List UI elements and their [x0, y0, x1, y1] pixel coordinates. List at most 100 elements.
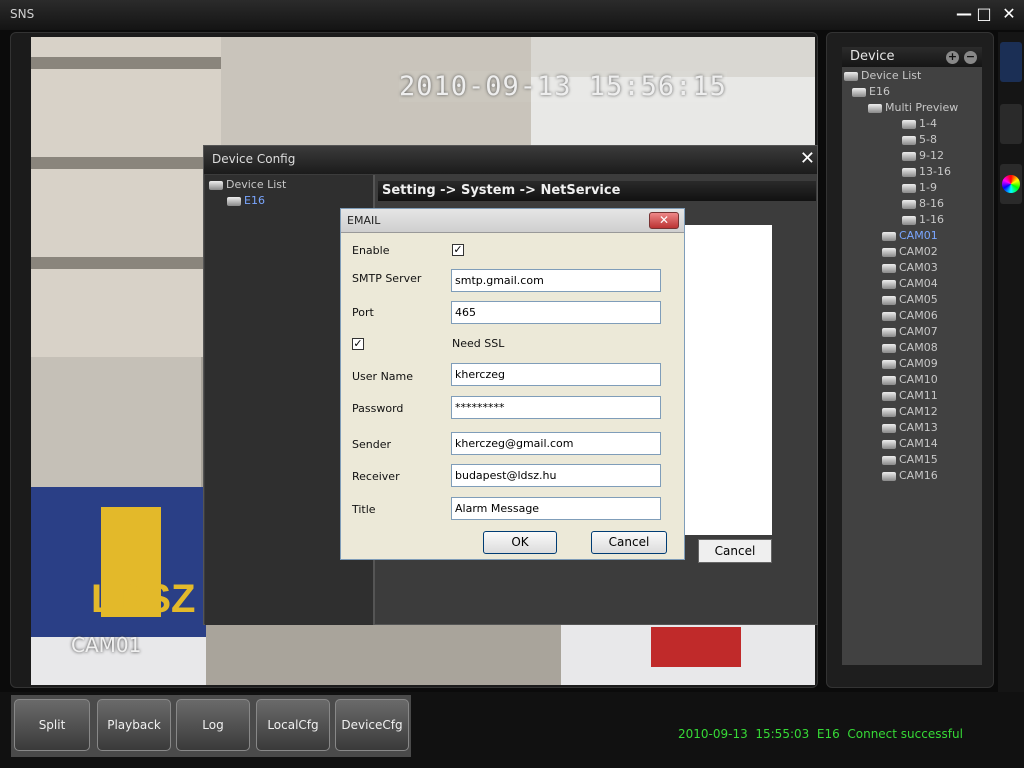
camera-item[interactable]: CAM12 [882, 405, 938, 418]
camera-icon [882, 311, 896, 321]
tree-item-label: CAM05 [899, 293, 938, 306]
devicecfg-button[interactable]: DeviceCfg [335, 699, 409, 751]
need-ssl-label: Need SSL [452, 337, 505, 350]
tree-item-device-list[interactable]: Device List [209, 178, 286, 191]
camera-label: CAM01 [71, 633, 142, 657]
svg-text:LDSZ: LDSZ [91, 577, 195, 621]
need-ssl-checkbox[interactable]: ✓ [352, 338, 364, 350]
config-cancel-button[interactable]: Cancel [698, 539, 772, 563]
device-tree-panel: Device List E16 Multi Preview 1-4 5-8 9-12 13-… [842, 47, 982, 665]
camera-icon [882, 279, 896, 289]
ok-button[interactable]: OK [483, 531, 557, 554]
tree-item-label: 8-16 [919, 197, 944, 210]
camera-item[interactable]: CAM01 [882, 229, 938, 242]
password-field[interactable]: ********* [451, 396, 661, 419]
camera-item[interactable]: CAM03 [882, 261, 938, 274]
enable-checkbox[interactable]: ✓ [452, 244, 464, 256]
joystick-icon[interactable] [1000, 104, 1022, 144]
camera-icon [882, 343, 896, 353]
camera-item[interactable]: CAM07 [882, 325, 938, 338]
camera-item[interactable]: CAM10 [882, 373, 938, 386]
tree-item-label: 1-16 [919, 213, 944, 226]
preview-icon [902, 215, 916, 225]
camera-item[interactable]: CAM06 [882, 309, 938, 322]
preview-item[interactable]: 9-12 [902, 149, 944, 162]
tree-item-label: CAM08 [899, 341, 938, 354]
split-button[interactable]: Split [14, 699, 90, 751]
camera-item[interactable]: CAM16 [882, 469, 938, 482]
camera-item[interactable]: CAM13 [882, 421, 938, 434]
grid-view-icon[interactable] [1000, 42, 1022, 82]
tree-item-label: CAM15 [899, 453, 938, 466]
tree-item-label: CAM09 [899, 357, 938, 370]
playback-button[interactable]: Playback [97, 699, 171, 751]
tree-item-label: 1-4 [919, 117, 937, 130]
username-field[interactable]: kherczeg [451, 363, 661, 386]
status-message: 2010-09-13 15:55:03 E16 Connect successf… [678, 727, 963, 741]
camera-item[interactable]: CAM11 [882, 389, 938, 402]
camera-icon [882, 439, 896, 449]
device-icon [852, 87, 866, 97]
app-title: SNS [10, 7, 35, 21]
tree-item-label: Device List [861, 69, 922, 82]
localcfg-button[interactable]: LocalCfg [256, 699, 330, 751]
tree-item-label: CAM13 [899, 421, 938, 434]
device-tree-root[interactable]: Device List [844, 69, 921, 82]
tree-item-label: CAM14 [899, 437, 938, 450]
camera-item[interactable]: CAM09 [882, 357, 938, 370]
camera-icon [882, 471, 896, 481]
config-panel [684, 225, 772, 535]
port-field[interactable]: 465 [451, 301, 661, 324]
log-button[interactable]: Log [176, 699, 250, 751]
preview-item[interactable]: 13-16 [902, 165, 951, 178]
minimize-button[interactable]: — [955, 5, 973, 23]
tree-item-label: 1-9 [919, 181, 937, 194]
tree-item-label: Device List [226, 178, 287, 191]
receiver-field[interactable]: budapest@ldsz.hu [451, 464, 661, 487]
device-list-icon [209, 180, 223, 190]
tree-item-e16[interactable]: E16 [227, 194, 265, 207]
preview-icon [902, 151, 916, 161]
smtp-server-field[interactable]: smtp.gmail.com [451, 269, 661, 292]
sender-field[interactable]: kherczeg@gmail.com [451, 432, 661, 455]
camera-item[interactable]: CAM05 [882, 293, 938, 306]
tree-item-label: CAM06 [899, 309, 938, 322]
preview-item[interactable]: 1-16 [902, 213, 944, 226]
title-field[interactable]: Alarm Message [451, 497, 661, 520]
preview-item[interactable]: 5-8 [902, 133, 937, 146]
title-bar: SNS — □ ✕ [0, 0, 1024, 30]
camera-item[interactable]: CAM15 [882, 453, 938, 466]
tree-item-label: CAM11 [899, 389, 938, 402]
device-tree-multi-preview[interactable]: Multi Preview [868, 101, 958, 114]
title-label: Title [352, 503, 376, 516]
breadcrumb: Setting -> System -> NetService [378, 181, 816, 201]
camera-item[interactable]: CAM04 [882, 277, 938, 290]
close-icon[interactable]: ✕ [649, 212, 679, 229]
close-icon[interactable]: ✕ [800, 148, 815, 169]
enable-label: Enable [352, 244, 390, 257]
preview-icon [902, 119, 916, 129]
email-dialog: EMAIL ✕ Enable ✓ SMTP Server smtp.gmail.… [340, 208, 685, 560]
username-label: User Name [352, 370, 414, 383]
tree-item-label: CAM01 [899, 229, 938, 242]
camera-icon [882, 391, 896, 401]
camera-item[interactable]: CAM08 [882, 341, 938, 354]
remove-icon[interactable]: − [964, 51, 977, 64]
camera-icon [882, 359, 896, 369]
color-wheel-icon[interactable] [1000, 164, 1022, 204]
tree-item-label: CAM03 [899, 261, 938, 274]
preview-item[interactable]: 1-9 [902, 181, 937, 194]
camera-item[interactable]: CAM02 [882, 245, 938, 258]
tree-item-label: CAM10 [899, 373, 938, 386]
close-button[interactable]: ✕ [1000, 5, 1018, 23]
cancel-button[interactable]: Cancel [591, 531, 667, 554]
device-tree-e16[interactable]: E16 [852, 85, 890, 98]
tree-item-label: E16 [869, 85, 890, 98]
preview-item[interactable]: 8-16 [902, 197, 944, 210]
camera-item[interactable]: CAM14 [882, 437, 938, 450]
maximize-button[interactable]: □ [975, 5, 993, 23]
add-icon[interactable]: + [946, 51, 959, 64]
preview-item[interactable]: 1-4 [902, 117, 937, 130]
tree-item-label: CAM12 [899, 405, 938, 418]
device-icon [227, 196, 241, 206]
